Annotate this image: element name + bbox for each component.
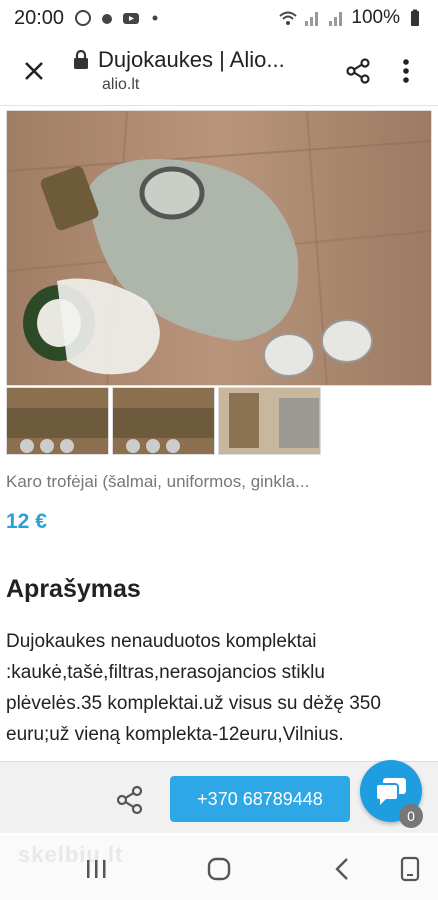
browser-toolbar: Dujokaukes | Alio... alio.lt (0, 36, 438, 106)
gas-mask-photo (7, 111, 431, 385)
more-vert-icon (403, 58, 409, 83)
signal-icon (305, 12, 319, 26)
chat-count-badge: 0 (399, 804, 423, 828)
home-button[interactable] (199, 854, 239, 884)
description-heading: Aprašymas (6, 575, 141, 603)
share-icon (116, 785, 143, 815)
chat-icon (375, 778, 406, 805)
back-button[interactable] (322, 854, 362, 884)
system-nav-bar: skelbiu.lt (0, 836, 438, 900)
status-bar: 20:00 100% (0, 0, 438, 36)
call-seller-button[interactable]: +370 68789448 (170, 776, 350, 822)
listing-description: Dujokaukes nenauduotos komplektai :kaukė… (6, 631, 381, 745)
back-icon (335, 858, 348, 880)
dot-icon (152, 15, 158, 21)
close-icon (25, 61, 43, 80)
main-listing-photo[interactable] (6, 110, 432, 386)
youtube-icon (123, 13, 140, 24)
recent-apps-button[interactable] (76, 854, 116, 884)
share-toolbar-button[interactable] (334, 47, 382, 95)
battery-icon (411, 9, 419, 26)
signal-icon-2 (329, 12, 343, 26)
lock-icon (74, 50, 88, 69)
page-url: alio.lt (102, 76, 140, 93)
thumbnail-strip (6, 387, 321, 455)
share-icon (346, 57, 370, 84)
battery-percent: 100% (351, 7, 400, 28)
thumbnail-3[interactable] (218, 387, 321, 455)
phone-icon (400, 856, 420, 882)
more-options-button[interactable] (382, 47, 430, 95)
listing-category[interactable]: Karo trofėjai (šalmai, uniformos, ginkla… (6, 472, 309, 492)
wifi-icon (279, 11, 298, 25)
status-time: 20:00 (14, 6, 65, 29)
thumbnail-2[interactable] (112, 387, 215, 455)
share-listing-button[interactable] (108, 780, 152, 820)
home-icon (207, 857, 231, 881)
listing-price: 12 € (6, 510, 47, 533)
thumbnail-1[interactable] (6, 387, 109, 455)
screen-toggle-button[interactable] (390, 854, 430, 884)
page-title-area: Dujokaukes | Alio... alio.lt (72, 47, 334, 94)
page-title: Dujokaukes | Alio... (98, 47, 285, 72)
close-button[interactable] (6, 43, 62, 99)
notification-icon (75, 10, 92, 26)
recents-icon (87, 860, 106, 878)
weather-icon (102, 14, 113, 24)
